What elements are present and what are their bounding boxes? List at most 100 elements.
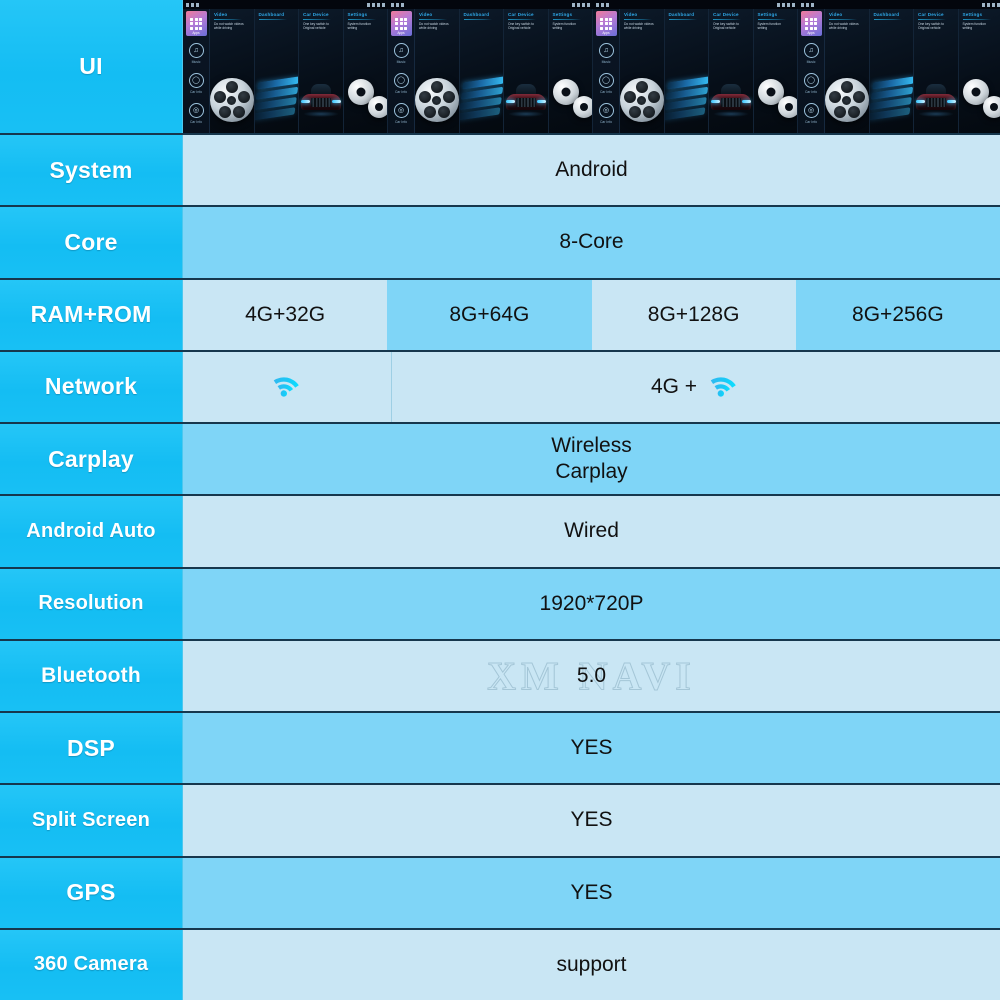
ui-panel-desc: System function setting <box>552 21 576 31</box>
car-info-icon: ◎ <box>803 103 819 118</box>
ui-panel-art <box>254 69 299 131</box>
ui-sidebar: Apps ♫ Music ◯ Car Info ◎ Car Info <box>593 0 620 133</box>
ui-panel-title: Video <box>624 12 638 17</box>
sidebar-item-car-info[interactable]: ◎ Car Info <box>188 103 204 124</box>
sidebar-item-label: Music <box>191 60 201 64</box>
car-info-icon: ◯ <box>393 73 409 88</box>
ui-panel-desc: Do not watch videos while driving <box>829 21 859 31</box>
ui-panel-rule <box>419 18 448 20</box>
value-text: 1920*720P <box>539 591 644 615</box>
value-cell-ram-rom-0: 4G+32G <box>183 279 388 350</box>
music-note-icon: ♫ <box>803 43 819 58</box>
ui-panel-car-device[interactable]: Car Device One key switch to Original veh… <box>299 0 344 133</box>
sidebar-item-music[interactable]: ♫ Music <box>188 43 204 64</box>
row-label-bluetooth: Bluetooth <box>0 640 183 711</box>
ui-panel-dashboard[interactable]: Dashboard <box>664 0 709 133</box>
ui-screenshot-unit: Apps ♫ Music ◯ Car Info ◎ Car Info Video Do not … <box>183 0 388 133</box>
ui-panel-art <box>914 69 958 131</box>
spec-row-bluetooth: BluetoothXM NAVI5.0 <box>0 640 1000 713</box>
spec-row-resolution: Resolution 1920*720P <box>0 568 1000 641</box>
value-text: 4G+32G <box>245 302 326 326</box>
sidebar-item-car-info[interactable]: ◯ Car Info <box>598 73 614 94</box>
ui-screenshot-unit: Apps ♫ Music ◯ Car Info ◎ Car Info Video Do not … <box>798 0 1000 133</box>
ui-panel-rule <box>508 18 537 20</box>
ui-panel-video[interactable]: Video Do not watch videos while driving <box>825 0 870 133</box>
ui-panel-art <box>959 69 1000 131</box>
row-label-ram-rom: RAM+ROM <box>0 279 183 350</box>
value-cell-android-auto-0: Wired <box>183 496 1000 567</box>
ui-panel-rule <box>918 18 947 20</box>
sidebar-item-car-info[interactable]: ◎ Car Info <box>803 103 819 124</box>
ui-panel-settings[interactable]: Settings System function setting <box>343 0 388 133</box>
ui-panel-title: Dashboard <box>463 12 490 17</box>
ui-panel-rule <box>829 18 858 20</box>
ui-panel-title: Car Device <box>303 12 329 17</box>
apps-tile-icon[interactable]: Apps <box>595 11 617 36</box>
ui-panel-desc: One key switch to Original vehicle <box>713 21 740 31</box>
ui-panel-title: Dashboard <box>873 12 900 17</box>
sidebar-item-car-info[interactable]: ◯ Car Info <box>393 73 409 94</box>
ui-panel-title: Settings <box>962 12 983 17</box>
sidebar-item-music[interactable]: ♫ Music <box>393 43 409 64</box>
film-reel-icon <box>210 78 254 122</box>
value-text: YES <box>570 808 613 832</box>
music-note-icon: ♫ <box>598 43 614 58</box>
ui-panel-desc: System function setting <box>962 21 986 31</box>
ui-panel-title: Video <box>829 12 843 17</box>
sidebar-item-car-info[interactable]: ◯ Car Info <box>188 73 204 94</box>
ui-panel-art <box>299 69 343 131</box>
sidebar-item-car-info[interactable]: ◎ Car Info <box>598 103 614 124</box>
ui-status-bar <box>593 0 798 9</box>
ui-panel-rule <box>347 18 376 20</box>
row-label-gps: GPS <box>0 857 183 928</box>
sidebar-item-music[interactable]: ♫ Music <box>598 43 614 64</box>
value-text: support <box>556 952 627 976</box>
apps-tile-icon[interactable]: Apps <box>185 11 207 36</box>
ui-panel-car-device[interactable]: Car Device One key switch to Original veh… <box>504 0 549 133</box>
ui-panel-settings[interactable]: Settings System function setting <box>958 0 1000 133</box>
sidebar-item-label: Music <box>806 60 816 64</box>
ui-panel-car-device[interactable]: Car Device One key switch to Original veh… <box>709 0 754 133</box>
value-text: 8G+128G <box>647 302 740 326</box>
ui-panel-art <box>754 69 798 131</box>
ui-panel-video[interactable]: Video Do not watch videos while driving <box>415 0 460 133</box>
row-values: YES <box>183 713 1000 784</box>
sidebar-item-car-info[interactable]: ◎ Car Info <box>393 103 409 124</box>
ui-panel-desc: Do not watch videos while driving <box>419 21 449 31</box>
sidebar-item-car-info[interactable]: ◯ Car Info <box>803 73 819 94</box>
apps-tile-icon[interactable]: Apps <box>800 11 822 36</box>
ui-screenshot-unit: Apps ♫ Music ◯ Car Info ◎ Car Info Video Do not … <box>388 0 593 133</box>
apps-tile-icon[interactable]: Apps <box>390 11 412 36</box>
spec-row-360-camera: 360 Camera support <box>0 929 1000 1000</box>
ui-panel-dashboard[interactable]: Dashboard <box>254 0 299 133</box>
value-cell-ram-rom-2: 8G+128G <box>591 279 796 350</box>
value-text: 8G+256G <box>852 302 944 326</box>
film-reel-icon <box>825 78 869 122</box>
row-label-system: System <box>0 135 183 206</box>
spec-row-ram-rom: RAM+ROM 4G+32G 8G+64G 8G+128G 8G+256G <box>0 279 1000 352</box>
ui-panel-video[interactable]: Video Do not watch videos while driving <box>620 0 665 133</box>
sidebar-item-label: Car Info <box>599 120 613 124</box>
gears-icon <box>754 76 798 123</box>
value-cell-wifi <box>183 351 392 422</box>
ui-panel-car-device[interactable]: Car Device One key switch to Original veh… <box>914 0 959 133</box>
ui-panel-video[interactable]: Video Do not watch videos while driving <box>210 0 255 133</box>
ui-panel-dashboard[interactable]: Dashboard <box>459 0 504 133</box>
ui-panel-settings[interactable]: Settings System function setting <box>753 0 798 133</box>
car-icon <box>299 83 343 117</box>
value-cell-core-0: 8-Core <box>183 207 1000 278</box>
row-values: YES <box>183 857 1000 928</box>
music-note-icon: ♫ <box>188 43 204 58</box>
ui-panel-settings[interactable]: Settings System function setting <box>548 0 593 133</box>
row-values: 4G+32G 8G+64G 8G+128G 8G+256G <box>183 279 1000 350</box>
row-label-360-camera: 360 Camera <box>0 929 183 1000</box>
ui-panel-title: Video <box>419 12 433 17</box>
ui-status-bar <box>183 0 388 9</box>
ui-panel-art <box>459 69 504 131</box>
value-text-line2: Carplay <box>555 460 628 484</box>
ui-panel-art <box>415 69 459 131</box>
sidebar-item-music[interactable]: ♫ Music <box>803 43 819 64</box>
spec-comparison-table: UI Apps ♫ Music ◯ Car Info ◎ Car Info Video Do no… <box>0 0 1000 1000</box>
ui-panel-dashboard[interactable]: Dashboard <box>869 0 914 133</box>
ui-panel-art <box>825 69 869 131</box>
